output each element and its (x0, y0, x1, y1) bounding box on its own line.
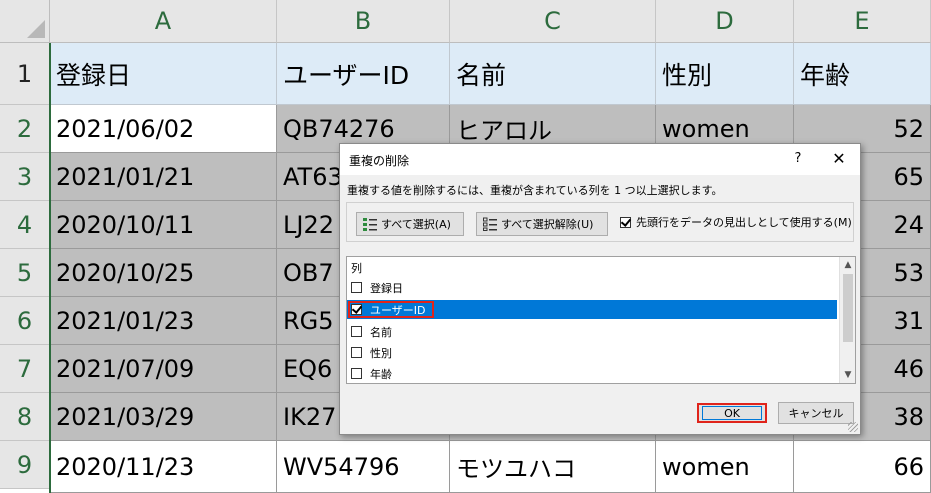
column-listbox[interactable]: 列 登録日 ユーザーID 名前 性別 年齢 ▲ ▼ (346, 256, 856, 384)
selection-edge (49, 43, 51, 493)
column-header-c[interactable]: C (450, 0, 656, 43)
item-label: 性別 (370, 346, 392, 360)
item-checkbox[interactable] (351, 347, 362, 358)
header-option-checkbox[interactable] (620, 216, 631, 228)
ok-button[interactable]: OK (697, 403, 767, 423)
row-header-8[interactable]: 8 (0, 393, 50, 441)
highlight-box (348, 301, 434, 318)
resize-grip-icon[interactable] (848, 422, 858, 432)
column-header-e[interactable]: E (794, 0, 931, 43)
column-header-d[interactable]: D (656, 0, 794, 43)
header-cell-gender[interactable]: 性別 (656, 43, 794, 105)
item-label: 年齢 (370, 367, 392, 381)
item-checkbox[interactable] (351, 368, 362, 379)
item-checkbox[interactable] (351, 326, 362, 337)
unselect-all-button[interactable]: すべて選択解除(U) (476, 212, 608, 236)
item-checkbox[interactable] (351, 282, 362, 293)
row-header-1[interactable]: 1 (0, 43, 50, 105)
dialog-title: 重複の削除 (349, 154, 410, 168)
cancel-button[interactable]: キャンセル (778, 402, 854, 424)
cell-date[interactable]: 2021/01/21 (50, 153, 277, 201)
cell-date[interactable]: 2020/10/25 (50, 249, 277, 297)
row-header-7[interactable]: 7 (0, 345, 50, 393)
list-scrollbar[interactable]: ▲ ▼ (839, 257, 855, 383)
cell-date[interactable]: 2020/11/23 (50, 441, 277, 493)
cell-user-id[interactable]: WV54796 (277, 441, 450, 493)
header-cell-name[interactable]: 名前 (450, 43, 656, 105)
row-header-5[interactable]: 5 (0, 249, 50, 297)
item-label: 登録日 (370, 281, 403, 295)
cell-name[interactable]: モツユハコ (450, 441, 656, 493)
remove-duplicates-dialog: 重複の削除 ? ✕ 重複する値を削除するには、重複が含まれている列を 1 つ以上… (339, 143, 861, 435)
ok-label: OK (702, 406, 762, 420)
dialog-instruction: 重複する値を削除するには、重複が含まれている列を 1 つ以上選択します。 (347, 184, 723, 197)
dialog-titlebar[interactable]: 重複の削除 ? ✕ (340, 144, 860, 175)
row-header-6[interactable]: 6 (0, 297, 50, 345)
list-item-registration-date[interactable]: 登録日 (347, 278, 837, 297)
scroll-thumb[interactable] (843, 274, 853, 342)
row-header-4[interactable]: 4 (0, 201, 50, 249)
cell-date[interactable]: 2021/01/23 (50, 297, 277, 345)
cell-age[interactable]: 66 (794, 441, 931, 493)
row-header-2[interactable]: 2 (0, 105, 50, 153)
header-option[interactable]: 先頭行をデータの見出しとして使用する(M) (620, 214, 852, 230)
close-icon[interactable]: ✕ (828, 149, 850, 171)
row-header-9[interactable]: 9 (0, 441, 50, 489)
cell-date[interactable]: 2021/06/02 (50, 105, 277, 153)
select-all-button[interactable]: すべて選択(A) (356, 212, 464, 236)
list-item-age[interactable]: 年齢 (347, 364, 837, 383)
item-label: 名前 (370, 325, 392, 339)
header-cell-date[interactable]: 登録日 (50, 43, 277, 105)
cell-date[interactable]: 2021/03/29 (50, 393, 277, 441)
header-option-label: 先頭行をデータの見出しとして使用する(M) (636, 216, 852, 229)
checklist-icon (363, 217, 377, 231)
select-all-corner[interactable] (0, 0, 50, 43)
unchecklist-icon (483, 217, 497, 231)
column-header-b[interactable]: B (277, 0, 450, 43)
list-item-user-id[interactable]: ユーザーID (347, 300, 837, 319)
cell-date[interactable]: 2020/10/11 (50, 201, 277, 249)
unselect-all-label: すべて選択解除(U) (501, 218, 594, 231)
column-header-a[interactable]: A (50, 0, 277, 43)
list-item-name[interactable]: 名前 (347, 322, 837, 341)
scroll-up-icon[interactable]: ▲ (840, 257, 855, 273)
row-header-3[interactable]: 3 (0, 153, 50, 201)
select-all-label: すべて選択(A) (381, 218, 451, 231)
header-cell-user-id[interactable]: ユーザーID (277, 43, 450, 105)
list-item-gender[interactable]: 性別 (347, 343, 837, 362)
list-header: 列 (351, 262, 362, 275)
header-cell-age[interactable]: 年齢 (794, 43, 931, 105)
help-icon[interactable]: ? (788, 149, 808, 169)
cell-gender[interactable]: women (656, 441, 794, 493)
scroll-down-icon[interactable]: ▼ (840, 367, 855, 383)
cell-date[interactable]: 2021/07/09 (50, 345, 277, 393)
